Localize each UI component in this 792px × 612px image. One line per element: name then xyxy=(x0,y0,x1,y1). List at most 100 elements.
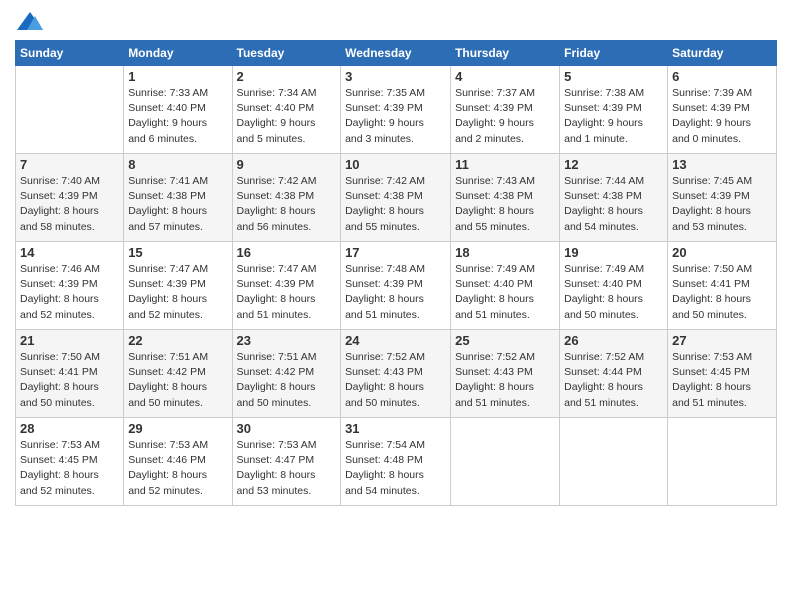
day-number: 22 xyxy=(128,333,227,348)
calendar-cell: 25Sunrise: 7:52 AMSunset: 4:43 PMDayligh… xyxy=(451,330,560,418)
calendar-cell xyxy=(16,66,124,154)
day-info: Sunrise: 7:34 AMSunset: 4:40 PMDaylight:… xyxy=(237,86,337,147)
calendar-cell: 2 Sunrise: 7:34 AMSunset: 4:40 PMDaylight… xyxy=(232,66,341,154)
calendar-cell: 29 Sunrise: 7:53 AMSunset: 4:46 PMDayligh… xyxy=(124,418,232,506)
calendar-week-2: 7 Sunrise: 7:40 AMSunset: 4:39 PMDaylight… xyxy=(16,154,777,242)
day-number: 14 xyxy=(20,245,119,260)
day-info: Sunrise: 7:42 AMSunset: 4:38 PMDaylight:… xyxy=(237,174,337,235)
day-number: 24 xyxy=(345,333,446,348)
day-info: Sunrise: 7:53 AMSunset: 4:45 PMDaylight:… xyxy=(20,438,119,499)
calendar-cell: 22 Sunrise: 7:51 AMSunset: 4:42 PMDayligh… xyxy=(124,330,232,418)
day-number: 15 xyxy=(128,245,227,260)
day-info: Sunrise: 7:51 AMSunset: 4:42 PMDaylight:… xyxy=(128,350,227,411)
calendar-cell: 21 Sunrise: 7:50 AMSunset: 4:41 PMDayligh… xyxy=(16,330,124,418)
calendar-cell xyxy=(451,418,560,506)
calendar-week-1: 1 Sunrise: 7:33 AMSunset: 4:40 PMDaylight… xyxy=(16,66,777,154)
calendar-cell: 26 Sunrise: 7:52 AMSunset: 4:44 PMDayligh… xyxy=(560,330,668,418)
calendar-cell: 27Sunrise: 7:53 AMSunset: 4:45 PMDayligh… xyxy=(668,330,777,418)
day-info: Sunrise: 7:54 AMSunset: 4:48 PMDaylight:… xyxy=(345,438,446,499)
day-number: 17 xyxy=(345,245,446,260)
logo xyxy=(15,10,49,34)
calendar-table: SundayMondayTuesdayWednesdayThursdayFrid… xyxy=(15,40,777,506)
day-header-thursday: Thursday xyxy=(451,41,560,66)
day-header-tuesday: Tuesday xyxy=(232,41,341,66)
day-info: Sunrise: 7:42 AMSunset: 4:38 PMDaylight:… xyxy=(345,174,446,235)
day-info: Sunrise: 7:43 AMSunset: 4:38 PMDaylight:… xyxy=(455,174,555,235)
day-info: Sunrise: 7:47 AMSunset: 4:39 PMDaylight:… xyxy=(237,262,337,323)
day-number: 1 xyxy=(128,69,227,84)
day-info: Sunrise: 7:52 AMSunset: 4:44 PMDaylight:… xyxy=(564,350,663,411)
calendar-cell: 19 Sunrise: 7:49 AMSunset: 4:40 PMDayligh… xyxy=(560,242,668,330)
calendar-cell: 17 Sunrise: 7:48 AMSunset: 4:39 PMDayligh… xyxy=(341,242,451,330)
calendar-cell: 3 Sunrise: 7:35 AMSunset: 4:39 PMDaylight… xyxy=(341,66,451,154)
day-number: 23 xyxy=(237,333,337,348)
day-number: 26 xyxy=(564,333,663,348)
day-info: Sunrise: 7:53 AMSunset: 4:46 PMDaylight:… xyxy=(128,438,227,499)
calendar-cell xyxy=(560,418,668,506)
day-info: Sunrise: 7:44 AMSunset: 4:38 PMDaylight:… xyxy=(564,174,663,235)
day-info: Sunrise: 7:33 AMSunset: 4:40 PMDaylight:… xyxy=(128,86,227,147)
calendar-cell: 20 Sunrise: 7:50 AMSunset: 4:41 PMDayligh… xyxy=(668,242,777,330)
day-info: Sunrise: 7:53 AMSunset: 4:47 PMDaylight:… xyxy=(237,438,337,499)
day-number: 18 xyxy=(455,245,555,260)
logo-icon xyxy=(15,10,45,34)
day-info: Sunrise: 7:49 AMSunset: 4:40 PMDaylight:… xyxy=(564,262,663,323)
calendar-cell: 18Sunrise: 7:49 AMSunset: 4:40 PMDayligh… xyxy=(451,242,560,330)
day-info: Sunrise: 7:47 AMSunset: 4:39 PMDaylight:… xyxy=(128,262,227,323)
day-info: Sunrise: 7:46 AMSunset: 4:39 PMDaylight:… xyxy=(20,262,119,323)
calendar-cell: 24 Sunrise: 7:52 AMSunset: 4:43 PMDayligh… xyxy=(341,330,451,418)
day-number: 25 xyxy=(455,333,555,348)
calendar-cell: 23 Sunrise: 7:51 AMSunset: 4:42 PMDayligh… xyxy=(232,330,341,418)
calendar-week-3: 14 Sunrise: 7:46 AMSunset: 4:39 PMDayligh… xyxy=(16,242,777,330)
day-info: Sunrise: 7:35 AMSunset: 4:39 PMDaylight:… xyxy=(345,86,446,147)
calendar-cell: 16Sunrise: 7:47 AMSunset: 4:39 PMDayligh… xyxy=(232,242,341,330)
day-number: 29 xyxy=(128,421,227,436)
day-info: Sunrise: 7:40 AMSunset: 4:39 PMDaylight:… xyxy=(20,174,119,235)
day-number: 2 xyxy=(237,69,337,84)
calendar-header-row: SundayMondayTuesdayWednesdayThursdayFrid… xyxy=(16,41,777,66)
calendar-cell: 11 Sunrise: 7:43 AMSunset: 4:38 PMDayligh… xyxy=(451,154,560,242)
day-info: Sunrise: 7:41 AMSunset: 4:38 PMDaylight:… xyxy=(128,174,227,235)
day-header-sunday: Sunday xyxy=(16,41,124,66)
day-number: 11 xyxy=(455,157,555,172)
day-info: Sunrise: 7:50 AMSunset: 4:41 PMDaylight:… xyxy=(672,262,772,323)
calendar-week-4: 21 Sunrise: 7:50 AMSunset: 4:41 PMDayligh… xyxy=(16,330,777,418)
day-header-wednesday: Wednesday xyxy=(341,41,451,66)
day-info: Sunrise: 7:52 AMSunset: 4:43 PMDaylight:… xyxy=(345,350,446,411)
day-number: 3 xyxy=(345,69,446,84)
calendar-cell: 1 Sunrise: 7:33 AMSunset: 4:40 PMDaylight… xyxy=(124,66,232,154)
calendar-cell: 15 Sunrise: 7:47 AMSunset: 4:39 PMDayligh… xyxy=(124,242,232,330)
calendar-cell: 5 Sunrise: 7:38 AMSunset: 4:39 PMDaylight… xyxy=(560,66,668,154)
day-info: Sunrise: 7:50 AMSunset: 4:41 PMDaylight:… xyxy=(20,350,119,411)
day-info: Sunrise: 7:51 AMSunset: 4:42 PMDaylight:… xyxy=(237,350,337,411)
calendar-cell: 9Sunrise: 7:42 AMSunset: 4:38 PMDaylight… xyxy=(232,154,341,242)
day-number: 30 xyxy=(237,421,337,436)
day-info: Sunrise: 7:37 AMSunset: 4:39 PMDaylight:… xyxy=(455,86,555,147)
day-number: 10 xyxy=(345,157,446,172)
day-info: Sunrise: 7:39 AMSunset: 4:39 PMDaylight:… xyxy=(672,86,772,147)
day-number: 5 xyxy=(564,69,663,84)
day-info: Sunrise: 7:38 AMSunset: 4:39 PMDaylight:… xyxy=(564,86,663,147)
day-number: 6 xyxy=(672,69,772,84)
calendar-cell: 8 Sunrise: 7:41 AMSunset: 4:38 PMDaylight… xyxy=(124,154,232,242)
calendar-cell: 31Sunrise: 7:54 AMSunset: 4:48 PMDayligh… xyxy=(341,418,451,506)
calendar-cell xyxy=(668,418,777,506)
day-header-monday: Monday xyxy=(124,41,232,66)
day-number: 8 xyxy=(128,157,227,172)
day-number: 13 xyxy=(672,157,772,172)
calendar-cell: 13 Sunrise: 7:45 AMSunset: 4:39 PMDayligh… xyxy=(668,154,777,242)
day-number: 20 xyxy=(672,245,772,260)
calendar-cell: 30 Sunrise: 7:53 AMSunset: 4:47 PMDayligh… xyxy=(232,418,341,506)
day-number: 27 xyxy=(672,333,772,348)
day-number: 21 xyxy=(20,333,119,348)
calendar-cell: 14 Sunrise: 7:46 AMSunset: 4:39 PMDayligh… xyxy=(16,242,124,330)
day-header-friday: Friday xyxy=(560,41,668,66)
day-number: 7 xyxy=(20,157,119,172)
day-info: Sunrise: 7:45 AMSunset: 4:39 PMDaylight:… xyxy=(672,174,772,235)
day-number: 19 xyxy=(564,245,663,260)
calendar-cell: 6 Sunrise: 7:39 AMSunset: 4:39 PMDaylight… xyxy=(668,66,777,154)
page-header xyxy=(15,10,777,34)
day-header-saturday: Saturday xyxy=(668,41,777,66)
calendar-cell: 7 Sunrise: 7:40 AMSunset: 4:39 PMDaylight… xyxy=(16,154,124,242)
day-info: Sunrise: 7:48 AMSunset: 4:39 PMDaylight:… xyxy=(345,262,446,323)
